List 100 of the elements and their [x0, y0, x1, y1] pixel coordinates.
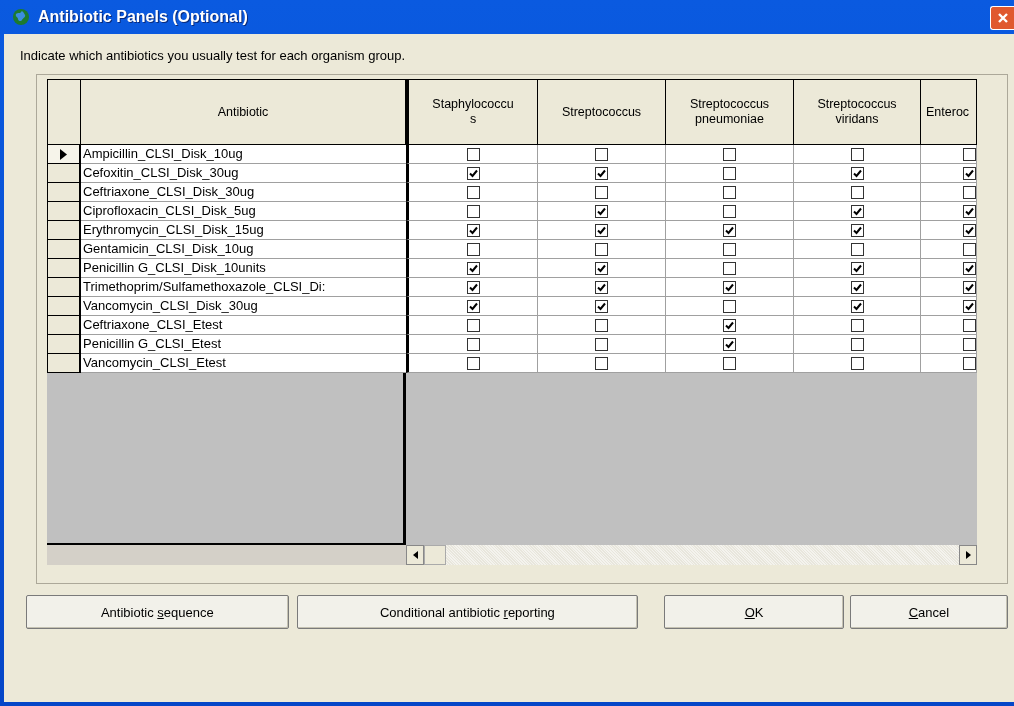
table-cell: Ciprofloxacin_CLSI_Disk_5ug: [81, 202, 406, 221]
checkbox[interactable]: [963, 204, 976, 218]
table-cell: Penicillin G_CLSI_Disk_10units: [81, 259, 406, 278]
checkbox[interactable]: [963, 356, 976, 370]
checkbox[interactable]: [963, 280, 976, 294]
dialog-button[interactable]: Conditional antibiotic reporting: [296, 595, 639, 629]
checkbox[interactable]: [850, 185, 864, 199]
checkbox[interactable]: [595, 280, 608, 294]
checkbox[interactable]: [963, 299, 976, 313]
column-header[interactable]: Staphylococcu s: [406, 79, 538, 145]
horizontal-scrollbar[interactable]: [406, 545, 977, 565]
row-selector[interactable]: [47, 354, 81, 373]
column-header[interactable]: Antibiotic: [81, 79, 406, 145]
checkbox[interactable]: [963, 147, 976, 161]
checkbox[interactable]: [723, 223, 736, 237]
checkbox[interactable]: [466, 242, 480, 256]
checkbox[interactable]: [723, 261, 736, 275]
checkbox[interactable]: [850, 242, 864, 256]
checkbox[interactable]: [963, 242, 976, 256]
checkbox[interactable]: [850, 166, 864, 180]
corner-header: [47, 79, 81, 145]
checkbox[interactable]: [466, 280, 480, 294]
row-selector[interactable]: [47, 145, 81, 164]
checkbox[interactable]: [723, 166, 736, 180]
checkbox[interactable]: [963, 166, 976, 180]
checkbox[interactable]: [850, 280, 864, 294]
checkbox[interactable]: [850, 261, 864, 275]
checkbox[interactable]: [850, 337, 864, 351]
checkbox[interactable]: [466, 337, 480, 351]
checkbox[interactable]: [595, 356, 608, 370]
window-title: Antibiotic Panels (Optional): [38, 8, 249, 26]
table-cell: Vancomycin_CLSI_Etest: [81, 354, 406, 373]
checkbox[interactable]: [850, 204, 864, 218]
checkbox[interactable]: [595, 299, 608, 313]
checkbox[interactable]: [963, 318, 976, 332]
checkbox[interactable]: [595, 337, 608, 351]
checkbox[interactable]: [595, 185, 608, 199]
checkbox[interactable]: [723, 280, 736, 294]
checkbox[interactable]: [723, 242, 736, 256]
checkbox[interactable]: [850, 356, 864, 370]
checkbox[interactable]: [466, 166, 480, 180]
checkbox[interactable]: [595, 242, 608, 256]
checkbox[interactable]: [723, 185, 736, 199]
current-row-icon: [60, 148, 67, 160]
table-cell: Ceftriaxone_CLSI_Disk_30ug: [81, 183, 406, 202]
checkbox[interactable]: [963, 185, 976, 199]
column-header[interactable]: Streptococcus: [538, 79, 666, 145]
checkbox[interactable]: [963, 223, 976, 237]
checkbox[interactable]: [595, 166, 608, 180]
dialog-button[interactable]: OK: [664, 595, 844, 629]
checkbox[interactable]: [466, 147, 480, 161]
checkbox[interactable]: [723, 147, 736, 161]
table-cell: Cefoxitin_CLSI_Disk_30ug: [81, 164, 406, 183]
row-selector[interactable]: [47, 316, 81, 335]
row-selector[interactable]: [47, 202, 81, 221]
row-selector[interactable]: [47, 240, 81, 259]
checkbox[interactable]: [723, 356, 736, 370]
checkbox[interactable]: [595, 318, 608, 332]
row-selector[interactable]: [47, 259, 81, 278]
checkbox[interactable]: [595, 261, 608, 275]
row-selector[interactable]: [47, 164, 81, 183]
row-selector[interactable]: [47, 183, 81, 202]
close-icon: [996, 12, 1009, 24]
row-selector[interactable]: [47, 297, 81, 316]
checkbox[interactable]: [723, 337, 736, 351]
checkbox[interactable]: [466, 185, 480, 199]
checkbox[interactable]: [963, 337, 976, 351]
row-selector[interactable]: [47, 221, 81, 240]
scroll-thumb[interactable]: [424, 545, 446, 565]
table-cell: Ceftriaxone_CLSI_Etest: [81, 316, 406, 335]
table-cell: Gentamicin_CLSI_Disk_10ug: [81, 240, 406, 259]
checkbox[interactable]: [466, 261, 480, 275]
checkbox[interactable]: [466, 204, 480, 218]
checkbox[interactable]: [466, 299, 480, 313]
checkbox[interactable]: [963, 261, 976, 275]
checkbox[interactable]: [723, 318, 736, 332]
table-cell: Penicillin G_CLSI_Etest: [81, 335, 406, 354]
checkbox[interactable]: [850, 299, 864, 313]
checkbox[interactable]: [595, 204, 608, 218]
row-selector[interactable]: [47, 335, 81, 354]
checkbox[interactable]: [466, 318, 480, 332]
right-arrow-icon: [965, 551, 971, 559]
checkbox[interactable]: [850, 318, 864, 332]
column-header[interactable]: Enteroc: [921, 79, 977, 145]
close-button[interactable]: [990, 6, 1014, 30]
row-selector[interactable]: [47, 278, 81, 297]
checkbox[interactable]: [850, 223, 864, 237]
table-cell: Erythromycin_CLSI_Disk_15ug: [81, 221, 406, 240]
column-header[interactable]: Streptococcus viridans: [794, 79, 921, 145]
checkbox[interactable]: [595, 223, 608, 237]
checkbox[interactable]: [466, 356, 480, 370]
checkbox[interactable]: [595, 147, 608, 161]
checkbox[interactable]: [723, 299, 736, 313]
checkbox[interactable]: [850, 147, 864, 161]
dialog-button[interactable]: Cancel: [849, 595, 1008, 629]
checkbox[interactable]: [466, 223, 480, 237]
column-header[interactable]: Streptococcus pneumoniae: [666, 79, 794, 145]
instruction-text: Indicate which antibiotics you usually test for each organism group.: [19, 48, 407, 65]
checkbox[interactable]: [723, 204, 736, 218]
dialog-button[interactable]: Antibiotic sequence: [26, 595, 289, 629]
